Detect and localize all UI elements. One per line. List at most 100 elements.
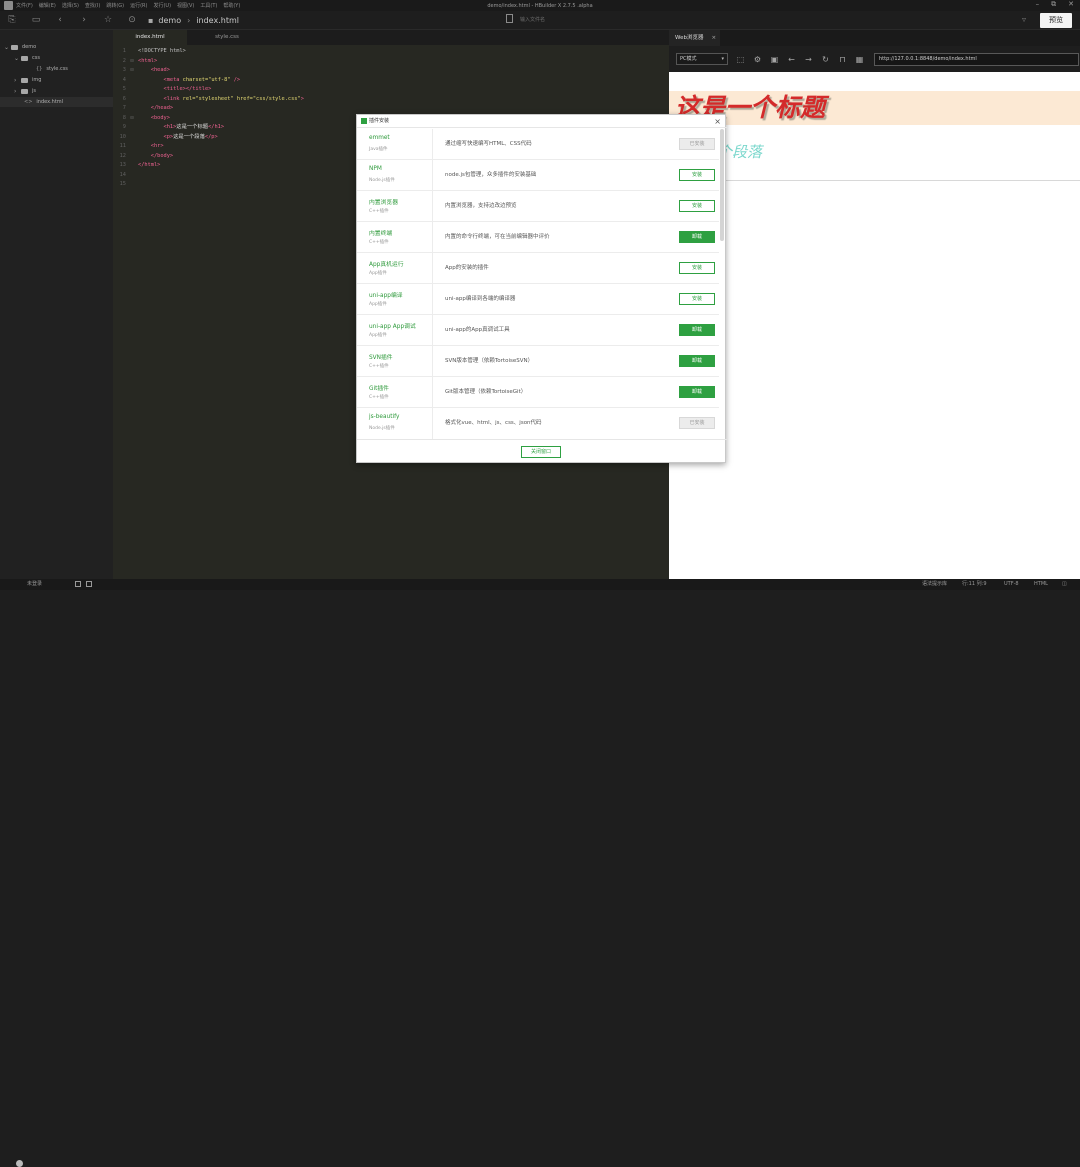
menu-find[interactable]: 查找(I) (85, 2, 100, 9)
breadcrumb: ▪ demo › index.html (148, 16, 239, 25)
menu-view[interactable]: 视图(V) (177, 2, 194, 9)
tree-item-img[interactable]: › img (14, 75, 41, 85)
tab-style-css[interactable]: style.css (190, 30, 264, 45)
notification-icon[interactable]: ◫ (1062, 579, 1067, 590)
console-icon[interactable]: ▣ (766, 55, 783, 64)
line-number: 6 (122, 95, 126, 102)
new-file-icon[interactable]: ⎘ (0, 15, 24, 25)
line-number: 5 (122, 86, 126, 92)
lock-icon[interactable]: ⊓ (834, 55, 851, 64)
cursor-position[interactable]: 行:11 列:9 (962, 579, 987, 590)
run-icon[interactable]: ⊙ (120, 15, 144, 25)
menu-edit[interactable]: 编辑(E) (39, 2, 56, 9)
tree-item-index-html[interactable]: <> index.html (0, 97, 113, 107)
syntax-library[interactable]: 语法提示库 (922, 579, 947, 590)
restore-icon[interactable]: ⧉ (1051, 0, 1056, 9)
install-button[interactable]: 安装 (679, 293, 715, 305)
line-number: 12 (119, 152, 126, 159)
login-status[interactable]: 未登录 (27, 579, 42, 590)
installed-button: 已安装 (679, 417, 715, 429)
back-icon[interactable]: ‹ (48, 15, 72, 25)
line-number: 15 (119, 181, 126, 187)
plugin-row: js-beautify Node.js插件 格式化vue、html、js、css… (357, 408, 719, 439)
settings-icon[interactable]: ⚙ (749, 55, 766, 64)
menu-publish[interactable]: 发行(U) (153, 2, 171, 9)
uninstall-button[interactable]: 卸载 (679, 231, 715, 243)
save-icon[interactable]: ▭ (24, 15, 48, 25)
close-window-icon[interactable]: ✕ (1068, 0, 1074, 9)
tree-item-demo[interactable]: ⌄ demo (4, 42, 36, 52)
tree-item-js[interactable]: › js (14, 86, 36, 96)
language-mode[interactable]: HTML (1034, 579, 1048, 590)
code-text: <meta (163, 76, 180, 83)
dialog-footer-divider (357, 439, 727, 440)
star-icon[interactable]: ☆ (96, 15, 120, 25)
tree-item-style-css[interactable]: {} style.css (36, 64, 68, 74)
filter-icon[interactable]: ▿ (1022, 15, 1026, 24)
code-text: <body> (150, 114, 170, 121)
plugin-row: 内置浏览器 C++插件 内置浏览器，支持边改边预览 安装 (357, 191, 719, 222)
close-icon[interactable]: × (714, 115, 721, 128)
code-text: <h1> (163, 124, 177, 130)
breadcrumb-file[interactable]: index.html (196, 16, 239, 25)
browser-toolbar: PC模式 ▾ ⬚ ⚙ ▣ ← → ↻ ⊓ ▦ http://127.0.0.1:8… (669, 46, 1080, 72)
plugin-type: App插件 (369, 271, 387, 276)
qrcode-icon[interactable]: ▦ (851, 55, 868, 64)
tab-web-browser[interactable]: Web浏览器 × (669, 30, 720, 46)
menu-goto[interactable]: 跳转(G) (106, 2, 124, 9)
breadcrumb-demo[interactable]: demo (158, 16, 181, 25)
tab-label: style.css (215, 34, 239, 40)
device-select[interactable]: PC模式 ▾ (676, 53, 728, 65)
menu-tools[interactable]: 工具(T) (200, 2, 217, 9)
folder-icon (21, 55, 28, 61)
fold-icon[interactable]: ⊟ (126, 66, 138, 76)
panel-toggle-icon[interactable] (75, 581, 81, 587)
file-search-input[interactable]: 输入文件名 (520, 16, 545, 23)
tree-item-label: style.css (46, 66, 68, 72)
uninstall-button[interactable]: 卸载 (679, 386, 715, 398)
screenshot-icon[interactable]: ⬚ (732, 55, 749, 64)
uninstall-button[interactable]: 卸载 (679, 355, 715, 367)
plugin-description: 内置的命令行终端，可在当前编辑器中评价 (445, 234, 550, 240)
menu-run[interactable]: 运行(R) (130, 2, 147, 9)
url-input[interactable]: http://127.0.0.1:8848/demo/index.html (874, 52, 1079, 66)
install-button[interactable]: 安装 (679, 200, 715, 212)
install-button[interactable]: 安装 (679, 169, 715, 181)
code-text: charset= (179, 76, 209, 83)
plugin-description: SVN版本管理（依赖TortoiseSVN） (445, 358, 534, 364)
menu-file[interactable]: 文件(F) (16, 2, 33, 9)
forward-icon[interactable]: › (72, 15, 96, 25)
divider (432, 129, 433, 160)
close-icon[interactable]: × (712, 35, 717, 41)
forward-icon[interactable]: → (800, 55, 817, 64)
tab-label: Web浏览器 (675, 35, 704, 41)
status-bar: 未登录 语法提示库 行:11 列:9 UTF-8 HTML ◫ (0, 579, 1080, 1167)
fold-icon[interactable]: ⊟ (126, 114, 138, 124)
html-file-icon: <> (24, 99, 33, 105)
encoding[interactable]: UTF-8 (1004, 579, 1019, 590)
dialog-scrollbar[interactable] (720, 129, 724, 241)
uninstall-button[interactable]: 卸载 (679, 324, 715, 336)
plugin-name: emmet (369, 135, 390, 141)
menu-select[interactable]: 选择(S) (62, 2, 79, 9)
user-icon[interactable] (16, 1160, 23, 1167)
code-text: rel= (179, 95, 196, 102)
console-toggle-icon[interactable] (86, 581, 92, 587)
plugin-name: Git插件 (369, 386, 389, 392)
minimize-icon[interactable]: – (1036, 0, 1040, 9)
fold-icon[interactable]: ⊟ (126, 57, 138, 67)
folder-icon: ▪ (148, 15, 154, 25)
code-text: <link (163, 95, 180, 102)
close-window-button[interactable]: 关闭窗口 (521, 446, 561, 458)
tree-item-css[interactable]: ⌄ css (14, 53, 40, 63)
plugin-name: uni-app App调试 (369, 324, 416, 330)
install-button[interactable]: 安装 (679, 262, 715, 274)
plugin-row: Git插件 C++插件 Git版本管理（依赖TortoiseGit） 卸载 (357, 377, 719, 408)
preview-button[interactable]: 预览 (1040, 13, 1072, 28)
project-tree: ⌄ demo ⌄ css {} style.css › img › js <> … (0, 30, 113, 579)
refresh-icon[interactable]: ↻ (817, 55, 834, 64)
back-icon[interactable]: ← (783, 55, 800, 64)
menu-help[interactable]: 帮助(Y) (223, 2, 240, 9)
code-line: 6 <link rel="stylesheet" href="css/style… (113, 95, 669, 105)
tab-index-html-active[interactable]: index.html (113, 30, 187, 45)
